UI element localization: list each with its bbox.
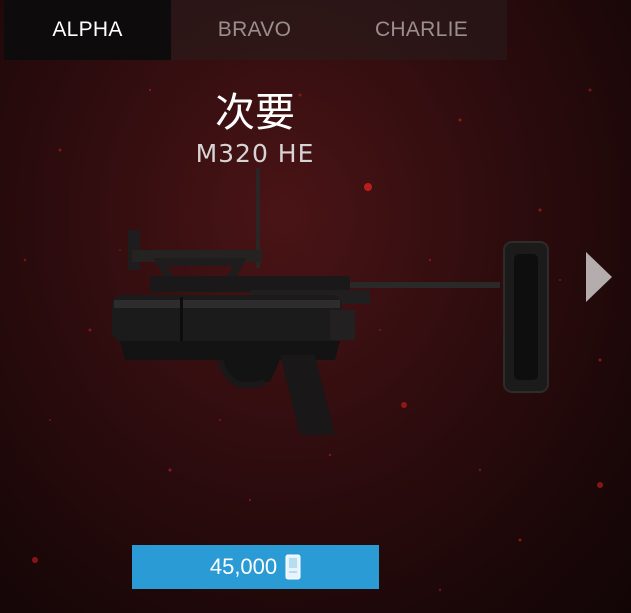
tab-bravo[interactable]: BRAVO xyxy=(171,0,338,60)
slot-title: 次要 xyxy=(215,90,295,136)
currency-card-icon xyxy=(285,554,301,580)
purchase-button[interactable]: 45,000 xyxy=(132,545,379,589)
price-value: 45,000 xyxy=(209,554,278,579)
chevron-right-icon[interactable] xyxy=(584,250,614,304)
tab-alpha[interactable]: ALPHA xyxy=(4,0,171,60)
weapon-image xyxy=(112,168,549,435)
loadout-tabs: ALPHA BRAVO CHARLIE xyxy=(4,0,507,60)
tab-charlie[interactable]: CHARLIE xyxy=(338,0,505,60)
